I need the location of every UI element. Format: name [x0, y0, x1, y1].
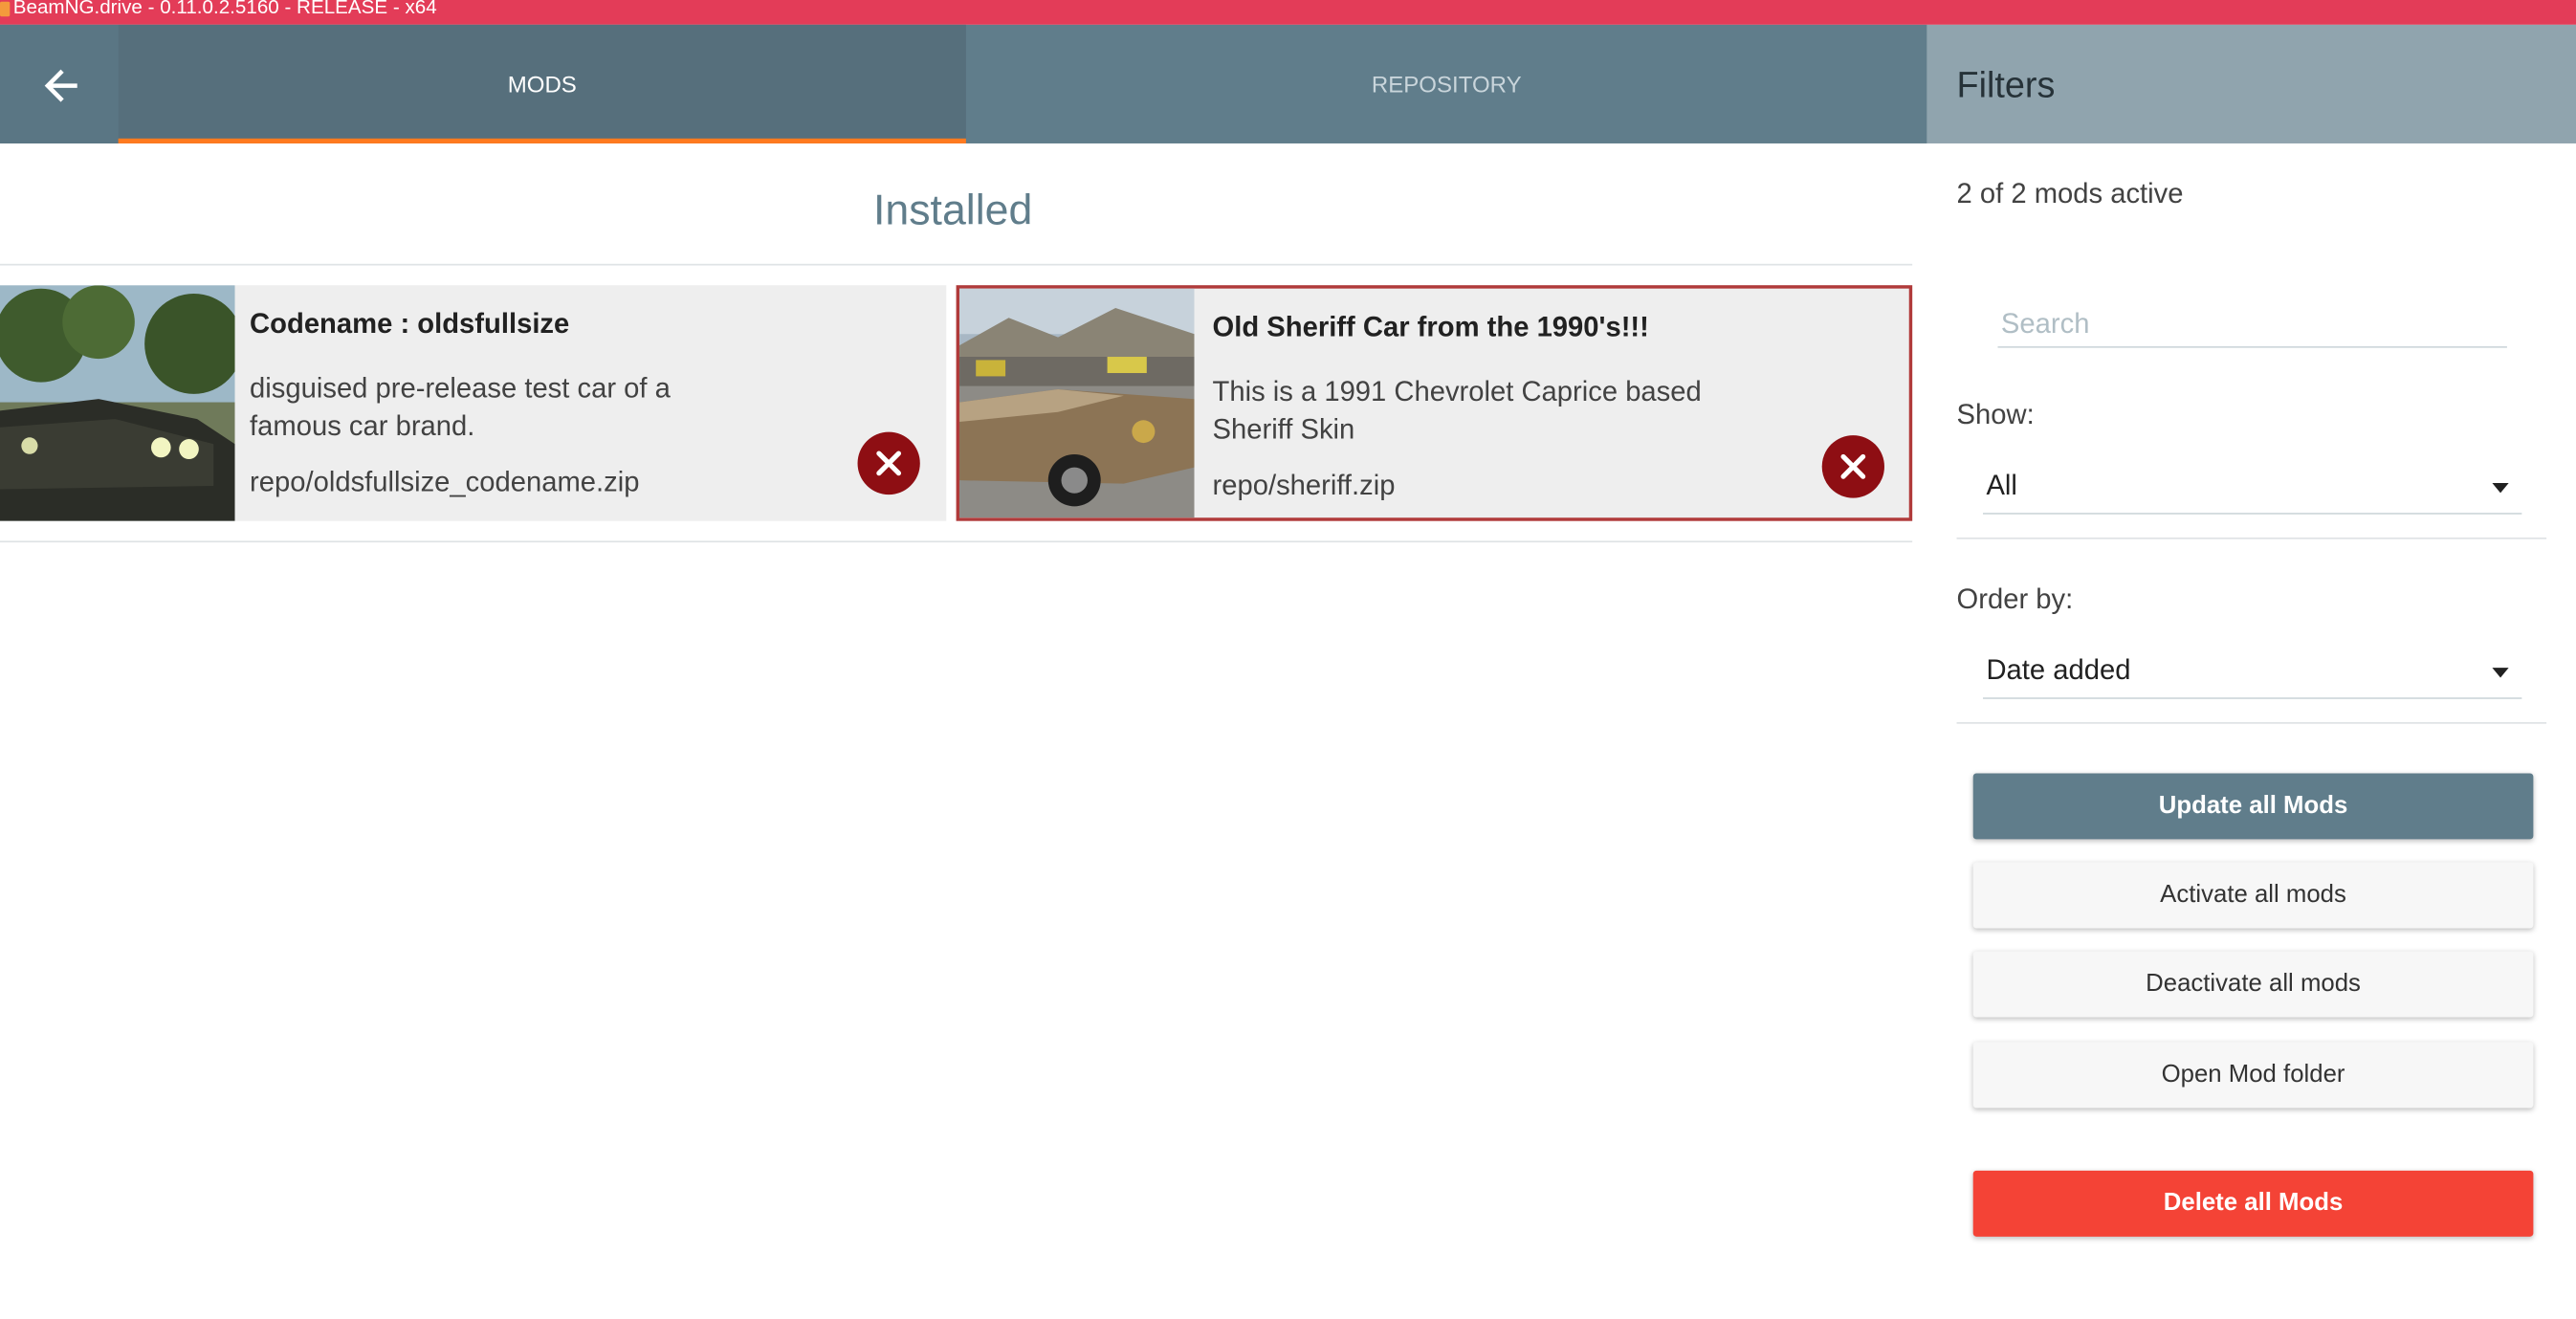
divider: [0, 263, 1913, 266]
back-button[interactable]: [0, 24, 119, 143]
show-selected-value: All: [1986, 470, 2017, 502]
mod-path: repo/sheriff.zip: [1212, 470, 1396, 502]
active-mods-status: 2 of 2 mods active: [1956, 178, 2184, 209]
mod-name: Codename : oldsfullsize: [250, 308, 570, 341]
search-input[interactable]: [1997, 301, 2507, 348]
tab-mods[interactable]: MODS: [118, 24, 966, 143]
divider: [0, 540, 1913, 543]
tab-mods-label: MODS: [507, 71, 577, 98]
mod-path: repo/oldsfullsize_codename.zip: [250, 466, 640, 498]
filters-header: Filters: [1926, 24, 2576, 143]
back-arrow-icon: [44, 69, 77, 102]
window-title: BeamNG.drive - 0.11.0.2.5160 - RELEASE -…: [12, 0, 437, 18]
tab-repository-label: REPOSITORY: [1371, 71, 1522, 98]
remove-mod-button[interactable]: [1821, 435, 1884, 498]
divider: [1956, 537, 2547, 539]
deactivate-all-mods-button[interactable]: Deactivate all mods: [1972, 951, 2534, 1018]
show-select[interactable]: All: [1983, 463, 2522, 515]
order-selected-value: Date added: [1986, 654, 2131, 687]
mod-thumbnail: [0, 285, 235, 521]
mod-thumbnail: [959, 288, 1195, 518]
app-icon: [0, 1, 11, 17]
delete-all-mods-button[interactable]: Delete all Mods: [1972, 1170, 2534, 1237]
filters-title: Filters: [1956, 64, 2056, 106]
update-all-mods-button[interactable]: Update all Mods: [1972, 773, 2534, 840]
order-label: Order by:: [1956, 583, 2074, 615]
order-select[interactable]: Date added: [1983, 648, 2522, 699]
show-label: Show:: [1956, 399, 2035, 430]
dropdown-caret-icon: [2492, 483, 2509, 494]
mod-description: This is a 1991 Chevrolet Caprice based S…: [1212, 376, 1702, 446]
tab-repository[interactable]: REPOSITORY: [966, 25, 1927, 143]
activate-all-mods-button[interactable]: Activate all mods: [1972, 862, 2534, 929]
mod-card-oldsfullsize[interactable]: Codename : oldsfullsize disguised pre-re…: [0, 285, 947, 521]
mod-name: Old Sheriff Car from the 1990's!!!: [1212, 311, 1649, 343]
active-tab-indicator: [118, 138, 966, 143]
close-icon: [876, 451, 902, 476]
close-icon: [1840, 453, 1866, 479]
mod-description: disguised pre-release test car of a famo…: [250, 372, 671, 442]
section-title: Installed: [872, 185, 1033, 234]
window-titlebar: BeamNG.drive - 0.11.0.2.5160 - RELEASE -…: [0, 0, 2576, 25]
dropdown-caret-icon: [2492, 668, 2509, 678]
open-mod-folder-button[interactable]: Open Mod folder: [1972, 1042, 2534, 1109]
divider: [1956, 722, 2547, 724]
remove-mod-button[interactable]: [857, 431, 920, 495]
top-navigation: MODS REPOSITORY: [0, 24, 1927, 143]
mod-card-sheriff[interactable]: Old Sheriff Car from the 1990's!!! This …: [956, 285, 1913, 521]
mods-screen: BeamNG.drive - 0.11.0.2.5160 - RELEASE -…: [0, 0, 2576, 1319]
